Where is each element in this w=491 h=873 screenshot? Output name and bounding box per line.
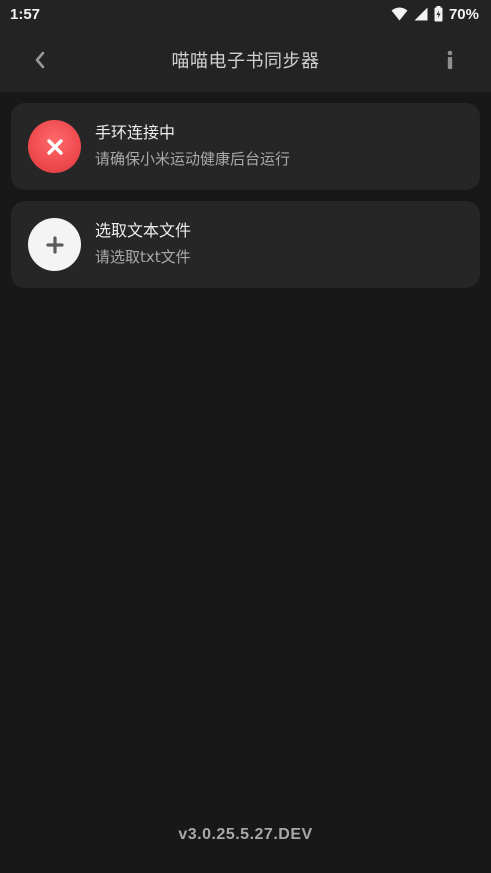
- select-file-card[interactable]: 选取文本文件 请选取txt文件: [11, 201, 480, 288]
- back-button[interactable]: [22, 44, 58, 76]
- signal-icon: [414, 7, 428, 21]
- battery-icon: [434, 6, 443, 22]
- wifi-icon: [391, 7, 408, 21]
- band-connection-title: 手环连接中: [95, 123, 176, 142]
- band-connection-subtitle: 请确保小米运动健康后台运行: [95, 150, 291, 168]
- status-bar: 1:57 70%: [0, 0, 491, 28]
- status-time: 1:57: [10, 5, 41, 23]
- select-file-text: 选取文本文件 请选取txt文件: [95, 220, 191, 268]
- version-label: v3.0.25.5.27.DEV: [178, 826, 313, 843]
- chevron-left-icon: [35, 51, 45, 69]
- battery-percent: 70%: [448, 5, 479, 23]
- close-icon: [46, 138, 63, 155]
- app-bar: 喵喵电子书同步器: [0, 28, 491, 92]
- plus-icon: [45, 235, 64, 254]
- select-file-title: 选取文本文件: [95, 221, 192, 240]
- connection-status-badge: [28, 120, 81, 173]
- info-button[interactable]: [435, 44, 465, 76]
- select-file-badge: [28, 218, 81, 271]
- status-icons: 70%: [391, 6, 479, 23]
- page-title: 喵喵电子书同步器: [171, 51, 320, 72]
- band-connection-text: 手环连接中 请确保小米运动健康后台运行: [95, 122, 290, 170]
- select-file-subtitle: 请选取txt文件: [95, 248, 191, 266]
- info-icon: [447, 50, 453, 69]
- band-connection-card[interactable]: 手环连接中 请确保小米运动健康后台运行: [11, 103, 480, 190]
